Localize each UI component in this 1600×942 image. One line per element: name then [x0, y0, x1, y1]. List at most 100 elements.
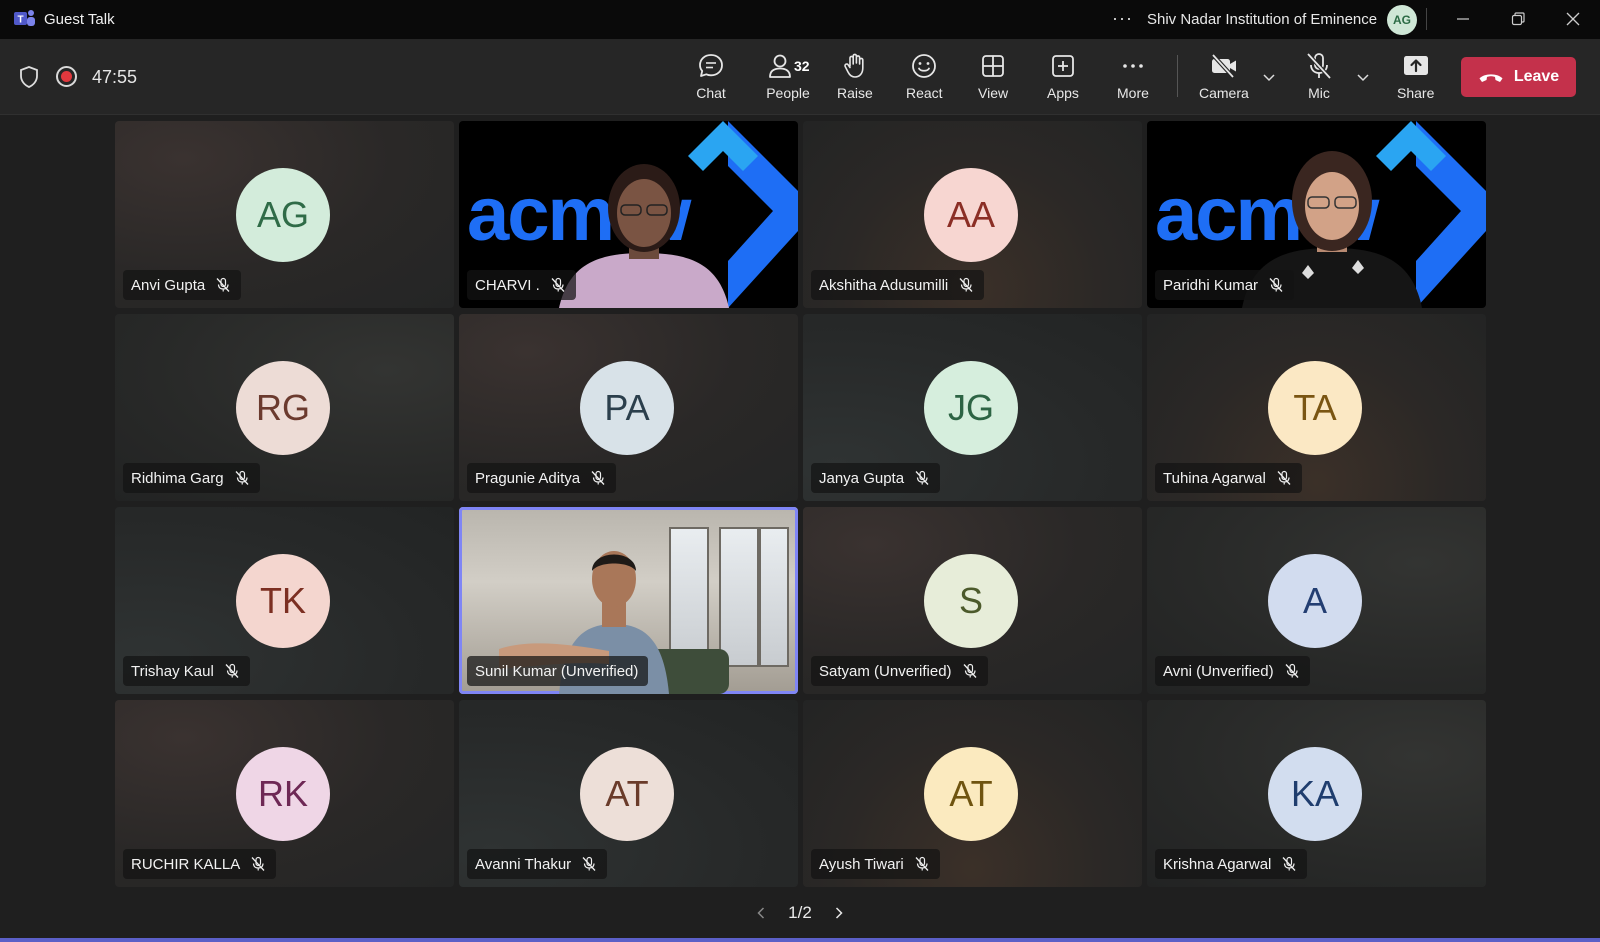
participant-name-tag: Satyam (Unverified): [811, 656, 988, 686]
participant-tile[interactable]: TA Tuhina Agarwal: [1147, 314, 1486, 501]
react-button[interactable]: React: [906, 51, 943, 107]
chevron-left-icon: [757, 907, 765, 919]
participant-avatar: S: [924, 554, 1018, 648]
mic-muted-icon: [551, 277, 565, 292]
recording-indicator-icon: [56, 66, 77, 87]
raise-hand-button[interactable]: Raise: [837, 51, 873, 107]
participant-avatar: A: [1268, 554, 1362, 648]
participant-name-tag: CHARVI .: [467, 270, 576, 300]
meeting-timer: 47:55: [92, 67, 138, 87]
restore-button[interactable]: [1506, 8, 1530, 30]
participant-name-tag: Avni (Unverified): [1155, 656, 1310, 686]
participant-name: Tuhina Agarwal: [1163, 469, 1266, 487]
participant-name-tag: Anvi Gupta: [123, 270, 242, 300]
camera-off-icon: [1211, 53, 1236, 79]
participant-tile[interactable]: AT Avanni Thakur: [459, 700, 798, 887]
chevron-right-icon: [835, 907, 843, 919]
participant-tile[interactable]: S Satyam (Unverified): [803, 507, 1142, 694]
chat-button[interactable]: Chat: [696, 51, 726, 107]
participant-name: RUCHIR KALLA: [131, 855, 241, 873]
participant-name: Anvi Gupta: [131, 276, 206, 294]
page-indicator: 1/2: [788, 903, 812, 922]
more-button[interactable]: More: [1117, 51, 1149, 107]
share-button[interactable]: Share: [1397, 51, 1434, 107]
hang-up-icon: [1479, 74, 1503, 82]
ellipsis-icon: [1123, 64, 1143, 68]
next-page-button[interactable]: [830, 904, 848, 922]
participant-avatar: KA: [1268, 747, 1362, 841]
user-avatar[interactable]: AG: [1387, 5, 1417, 35]
more-options-icon[interactable]: ···: [1112, 8, 1133, 29]
participant-tile[interactable]: TK Trishay Kaul: [115, 507, 454, 694]
close-button[interactable]: [1561, 8, 1585, 30]
participant-tile[interactable]: PA Pragunie Aditya: [459, 314, 798, 501]
mic-options-chevron-down-icon[interactable]: [1355, 69, 1371, 85]
participant-video-tile[interactable]: acm w Paridhi Kumar: [1147, 121, 1486, 308]
camera-button[interactable]: Camera: [1199, 51, 1249, 107]
participant-name: Sunil Kumar (Unverified): [475, 662, 639, 680]
mic-button[interactable]: Mic: [1304, 51, 1334, 107]
camera-options-chevron-down-icon[interactable]: [1261, 69, 1277, 85]
mic-muted-icon: [251, 856, 265, 871]
minimize-button[interactable]: [1451, 8, 1475, 30]
title-divider: [1426, 8, 1427, 30]
participant-name-tag: Krishna Agarwal: [1155, 849, 1308, 879]
previous-page-button[interactable]: [752, 904, 770, 922]
participant-name-tag: Janya Gupta: [811, 463, 941, 493]
window-bottom-accent: [0, 938, 1600, 942]
participant-avatar: JG: [924, 361, 1018, 455]
participant-tile[interactable]: AA Akshitha Adusumilli: [803, 121, 1142, 308]
participant-name: Avni (Unverified): [1163, 662, 1274, 680]
participant-name: Akshitha Adusumilli: [819, 276, 949, 294]
participant-tile[interactable]: KA Krishna Agarwal: [1147, 700, 1486, 887]
add-app-icon: [1052, 55, 1074, 77]
mic-muted-icon: [959, 277, 973, 292]
participant-name-tag: Trishay Kaul: [123, 656, 250, 686]
participant-avatar: AT: [924, 747, 1018, 841]
active-speaker-video-tile[interactable]: Sunil Kumar (Unverified): [459, 507, 798, 694]
participant-grid: AG Anvi Gupta acm w CHARVI . AA Akshitha…: [115, 121, 1486, 889]
mic-muted-icon: [225, 663, 239, 678]
toolbar-divider: [1177, 55, 1178, 97]
participant-avatar: RG: [236, 361, 330, 455]
participant-tile[interactable]: JG Janya Gupta: [803, 314, 1142, 501]
participant-name: Pragunie Aditya: [475, 469, 581, 487]
participant-name-tag: Paridhi Kumar: [1155, 270, 1295, 300]
participant-avatar: TA: [1268, 361, 1362, 455]
participant-avatar: PA: [580, 361, 674, 455]
meeting-toolbar: 47:55 Chat 32 People Raise React View Ap…: [0, 39, 1600, 115]
participant-tile[interactable]: RK RUCHIR KALLA: [115, 700, 454, 887]
room-window: [759, 527, 789, 667]
mic-muted-icon: [235, 470, 249, 485]
view-label: View: [978, 85, 1009, 101]
participant-name: Paridhi Kumar: [1163, 276, 1259, 294]
participant-video: [559, 164, 729, 308]
people-button[interactable]: 32 People: [758, 51, 818, 107]
organization-name[interactable]: Shiv Nadar Institution of Eminence: [1147, 11, 1377, 28]
participant-tile[interactable]: A Avni (Unverified): [1147, 507, 1486, 694]
view-button[interactable]: View: [978, 51, 1008, 107]
shield-icon[interactable]: [18, 65, 40, 89]
more-label: More: [1117, 85, 1149, 101]
people-count-badge: 32: [794, 58, 810, 74]
participant-tile[interactable]: AG Anvi Gupta: [115, 121, 454, 308]
apps-button[interactable]: Apps: [1047, 51, 1079, 107]
mic-muted-icon: [915, 470, 929, 485]
mic-label: Mic: [1308, 85, 1330, 101]
grid-view-icon: [982, 55, 1004, 77]
minimize-icon: [1457, 18, 1469, 20]
mic-muted-icon: [1285, 663, 1299, 678]
restore-icon: [1511, 12, 1525, 26]
chat-label: Chat: [696, 85, 726, 101]
mic-muted-icon: [591, 470, 605, 485]
leave-button[interactable]: Leave: [1461, 57, 1576, 97]
mic-muted-icon: [216, 277, 230, 292]
apps-label: Apps: [1047, 85, 1079, 101]
participant-name: Ayush Tiwari: [819, 855, 904, 873]
mic-muted-icon: [1282, 856, 1296, 871]
mic-muted-icon: [582, 856, 596, 871]
participant-tile[interactable]: AT Ayush Tiwari: [803, 700, 1142, 887]
participant-tile[interactable]: RG Ridhima Garg: [115, 314, 454, 501]
participant-video-tile[interactable]: acm w CHARVI .: [459, 121, 798, 308]
participant-avatar: AG: [236, 168, 330, 262]
